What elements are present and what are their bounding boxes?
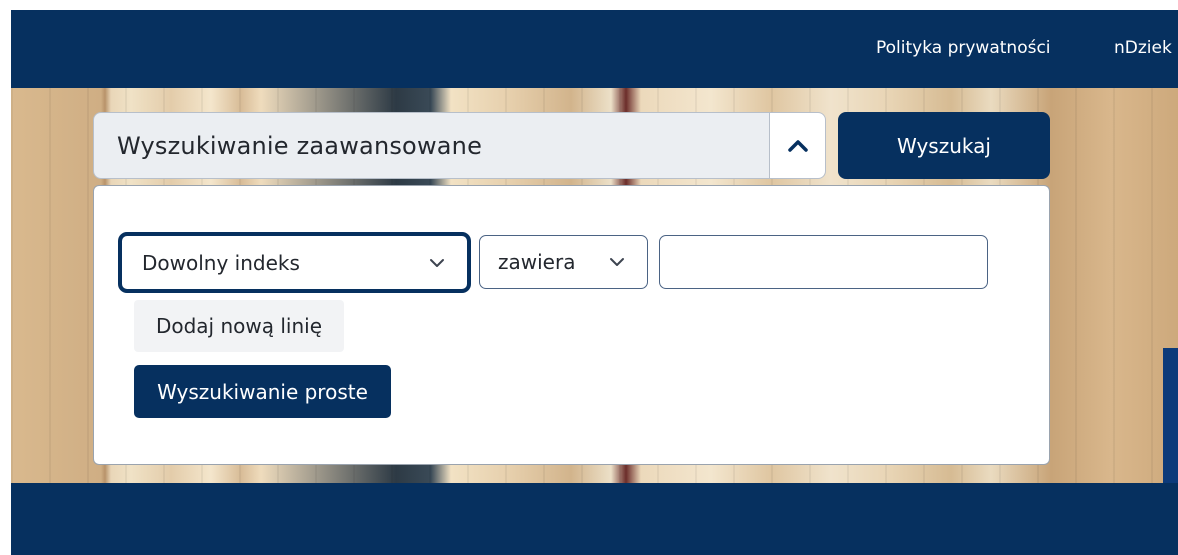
user-menu-link[interactable]: nDziek <box>1114 38 1172 58</box>
search-mode-label: Wyszukiwanie zaawansowane <box>117 131 483 160</box>
condition-select[interactable]: zawiera <box>479 235 648 289</box>
chevron-down-icon <box>609 257 625 267</box>
condition-select-value: zawiera <box>498 250 576 274</box>
chevron-up-icon <box>787 139 809 153</box>
search-mode-box[interactable]: Wyszukiwanie zaawansowane <box>93 112 770 179</box>
add-line-button[interactable]: Dodaj nową linię <box>134 300 344 352</box>
index-select-value: Dowolny indeks <box>142 250 300 275</box>
chevron-down-icon <box>429 258 445 268</box>
page: Polityka prywatności nDziek Wyszukiwanie… <box>11 10 1178 555</box>
query-input[interactable] <box>659 235 988 289</box>
book-spine-blue <box>1163 348 1178 483</box>
simple-search-button[interactable]: Wyszukiwanie proste <box>134 365 391 418</box>
top-navbar: Polityka prywatności nDziek <box>11 10 1178 88</box>
privacy-policy-link[interactable]: Polityka prywatności <box>876 38 1051 58</box>
advanced-search-panel: Dowolny indeks zawiera Dodaj nową linię … <box>93 185 1050 465</box>
footer-band <box>11 483 1178 555</box>
collapse-advanced-button[interactable] <box>769 112 826 179</box>
search-submit-button[interactable]: Wyszukaj <box>838 112 1050 179</box>
index-select[interactable]: Dowolny indeks <box>118 232 471 293</box>
